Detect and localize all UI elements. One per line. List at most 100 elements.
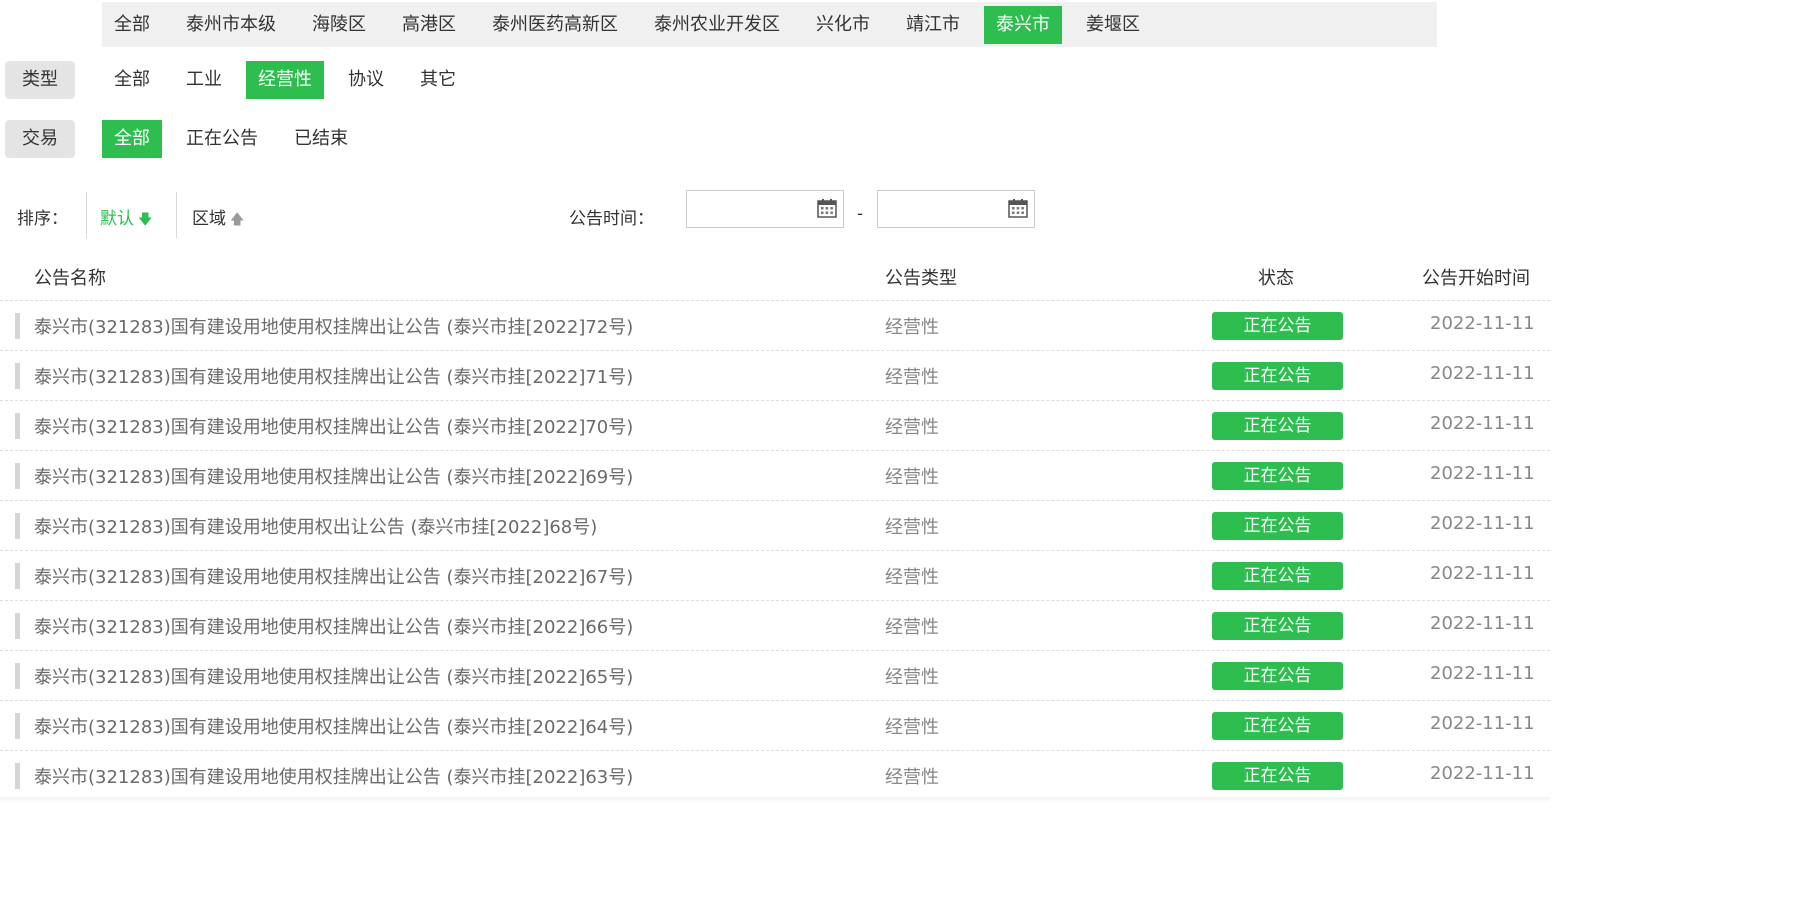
announcement-title-link[interactable]: 泰兴市(321283)国有建设用地使用权出让公告 (泰兴市挂[2022]68号) [34,513,597,539]
announcement-date: 2022-11-11 [1430,713,1535,734]
announcement-type: 经营性 [885,767,939,788]
announcement-title-link[interactable]: 泰兴市(321283)国有建设用地使用权挂牌出让公告 (泰兴市挂[2022]67… [34,563,633,589]
trade-filter-label: 交易 [5,120,75,158]
table-row: 泰兴市(321283)国有建设用地使用权挂牌出让公告 (泰兴市挂[2022]64… [0,701,1550,751]
announcement-title-link[interactable]: 泰兴市(321283)国有建设用地使用权挂牌出让公告 (泰兴市挂[2022]64… [34,713,633,739]
type-option[interactable]: 工业 [174,61,234,99]
status-badge: 正在公告 [1212,362,1343,390]
announcement-date: 2022-11-11 [1430,363,1535,384]
row-marker [15,313,20,339]
status-badge: 正在公告 [1212,762,1343,790]
status-badge: 正在公告 [1212,612,1343,640]
status-badge: 正在公告 [1212,462,1343,490]
status-badge: 正在公告 [1212,712,1343,740]
status-badge: 正在公告 [1212,562,1343,590]
region-chip[interactable]: 姜堰区 [1074,6,1152,44]
sort-region-button[interactable]: 区域 🡅 [192,204,244,233]
region-chip[interactable]: 兴化市 [804,6,882,44]
announcement-date: 2022-11-11 [1430,463,1535,484]
start-date-input[interactable] [691,191,815,227]
table-row: 泰兴市(321283)国有建设用地使用权挂牌出让公告 (泰兴市挂[2022]69… [0,451,1550,501]
end-date-input[interactable] [882,191,1006,227]
announcement-title-link[interactable]: 泰兴市(321283)国有建设用地使用权挂牌出让公告 (泰兴市挂[2022]65… [34,663,633,689]
trade-filter-row: 交易 全部 正在公告 已结束 [5,120,372,158]
calendar-icon[interactable] [1008,198,1028,218]
sort-default-button[interactable]: 默认 🡇 [100,204,152,233]
row-marker [15,713,20,739]
trade-option[interactable]: 全部 [102,120,162,158]
type-option[interactable]: 协议 [336,61,396,99]
sort-bar: 排序： 默认 🡇 区域 🡅 公告时间： - [0,190,1040,240]
announcement-date: 2022-11-11 [1430,313,1535,334]
divider [86,192,87,238]
announcement-title-link[interactable]: 泰兴市(321283)国有建设用地使用权挂牌出让公告 (泰兴市挂[2022]70… [34,413,633,439]
row-marker [15,463,20,489]
date-range-separator: - [857,204,864,224]
row-marker [15,763,20,789]
start-date-field[interactable] [686,190,844,228]
row-marker [15,563,20,589]
announcement-type: 经营性 [885,367,939,388]
end-date-field[interactable] [877,190,1035,228]
table-row: 泰兴市(321283)国有建设用地使用权出让公告 (泰兴市挂[2022]68号)… [0,501,1550,551]
announcement-date: 2022-11-11 [1430,663,1535,684]
region-chip[interactable]: 高港区 [390,6,468,44]
table-row: 泰兴市(321283)国有建设用地使用权挂牌出让公告 (泰兴市挂[2022]70… [0,401,1550,451]
arrow-down-icon: 🡇 [138,212,153,228]
column-header-name: 公告名称 [34,268,106,289]
announcement-list: 泰兴市(321283)国有建设用地使用权挂牌出让公告 (泰兴市挂[2022]72… [0,301,1550,801]
announcement-type: 经营性 [885,617,939,638]
column-header-type: 公告类型 [885,268,957,289]
region-chip[interactable]: 全部 [102,6,162,44]
publish-time-label: 公告时间： [569,209,654,229]
announcement-type: 经营性 [885,417,939,438]
region-chip[interactable]: 靖江市 [894,6,972,44]
announcement-date: 2022-11-11 [1430,763,1535,784]
column-header-start-time: 公告开始时间 [1422,268,1530,289]
type-filter-row: 类型 全部 工业 经营性 协议 其它 [5,61,480,99]
row-marker [15,513,20,539]
status-badge: 正在公告 [1212,662,1343,690]
announcement-type: 经营性 [885,517,939,538]
region-chip[interactable]: 泰兴市 [984,5,1062,44]
table-header: 公告名称 公告类型 状态 公告开始时间 [0,252,1550,301]
type-option[interactable]: 经营性 [246,61,324,99]
type-option[interactable]: 全部 [102,61,162,99]
type-option[interactable]: 其它 [408,61,468,99]
announcement-date: 2022-11-11 [1430,413,1535,434]
region-chip[interactable]: 海陵区 [300,6,378,44]
sort-default-label: 默认 [100,209,134,229]
region-chip[interactable]: 泰州市本级 [174,6,288,44]
arrow-up-icon: 🡅 [230,212,245,228]
announcement-title-link[interactable]: 泰兴市(321283)国有建设用地使用权挂牌出让公告 (泰兴市挂[2022]69… [34,463,633,489]
announcement-date: 2022-11-11 [1430,513,1535,534]
status-badge: 正在公告 [1212,412,1343,440]
announcement-type: 经营性 [885,717,939,738]
announcement-type: 经营性 [885,467,939,488]
region-chip[interactable]: 泰州医药高新区 [480,6,630,44]
table-row: 泰兴市(321283)国有建设用地使用权挂牌出让公告 (泰兴市挂[2022]65… [0,651,1550,701]
sort-region-label: 区域 [192,209,226,229]
trade-option[interactable]: 已结束 [282,120,360,158]
list-bottom-edge [0,797,1550,803]
region-filter-bar: 全部 泰州市本级 海陵区 高港区 泰州医药高新区 泰州农业开发区 兴化市 靖江市… [102,2,1437,47]
announcement-title-link[interactable]: 泰兴市(321283)国有建设用地使用权挂牌出让公告 (泰兴市挂[2022]71… [34,363,633,389]
row-marker [15,663,20,689]
trade-option[interactable]: 正在公告 [174,120,270,158]
announcement-title-link[interactable]: 泰兴市(321283)国有建设用地使用权挂牌出让公告 (泰兴市挂[2022]72… [34,313,633,339]
divider [176,192,177,238]
announcement-date: 2022-11-11 [1430,613,1535,634]
row-marker [15,363,20,389]
status-badge: 正在公告 [1212,512,1343,540]
announcement-type: 经营性 [885,317,939,338]
column-header-status: 状态 [1258,268,1294,289]
type-filter-label: 类型 [5,61,75,99]
announcement-title-link[interactable]: 泰兴市(321283)国有建设用地使用权挂牌出让公告 (泰兴市挂[2022]63… [34,763,633,789]
row-marker [15,613,20,639]
table-row: 泰兴市(321283)国有建设用地使用权挂牌出让公告 (泰兴市挂[2022]71… [0,351,1550,401]
status-badge: 正在公告 [1212,312,1343,340]
announcement-type: 经营性 [885,567,939,588]
announcement-title-link[interactable]: 泰兴市(321283)国有建设用地使用权挂牌出让公告 (泰兴市挂[2022]66… [34,613,633,639]
region-chip[interactable]: 泰州农业开发区 [642,6,792,44]
calendar-icon[interactable] [817,198,837,218]
